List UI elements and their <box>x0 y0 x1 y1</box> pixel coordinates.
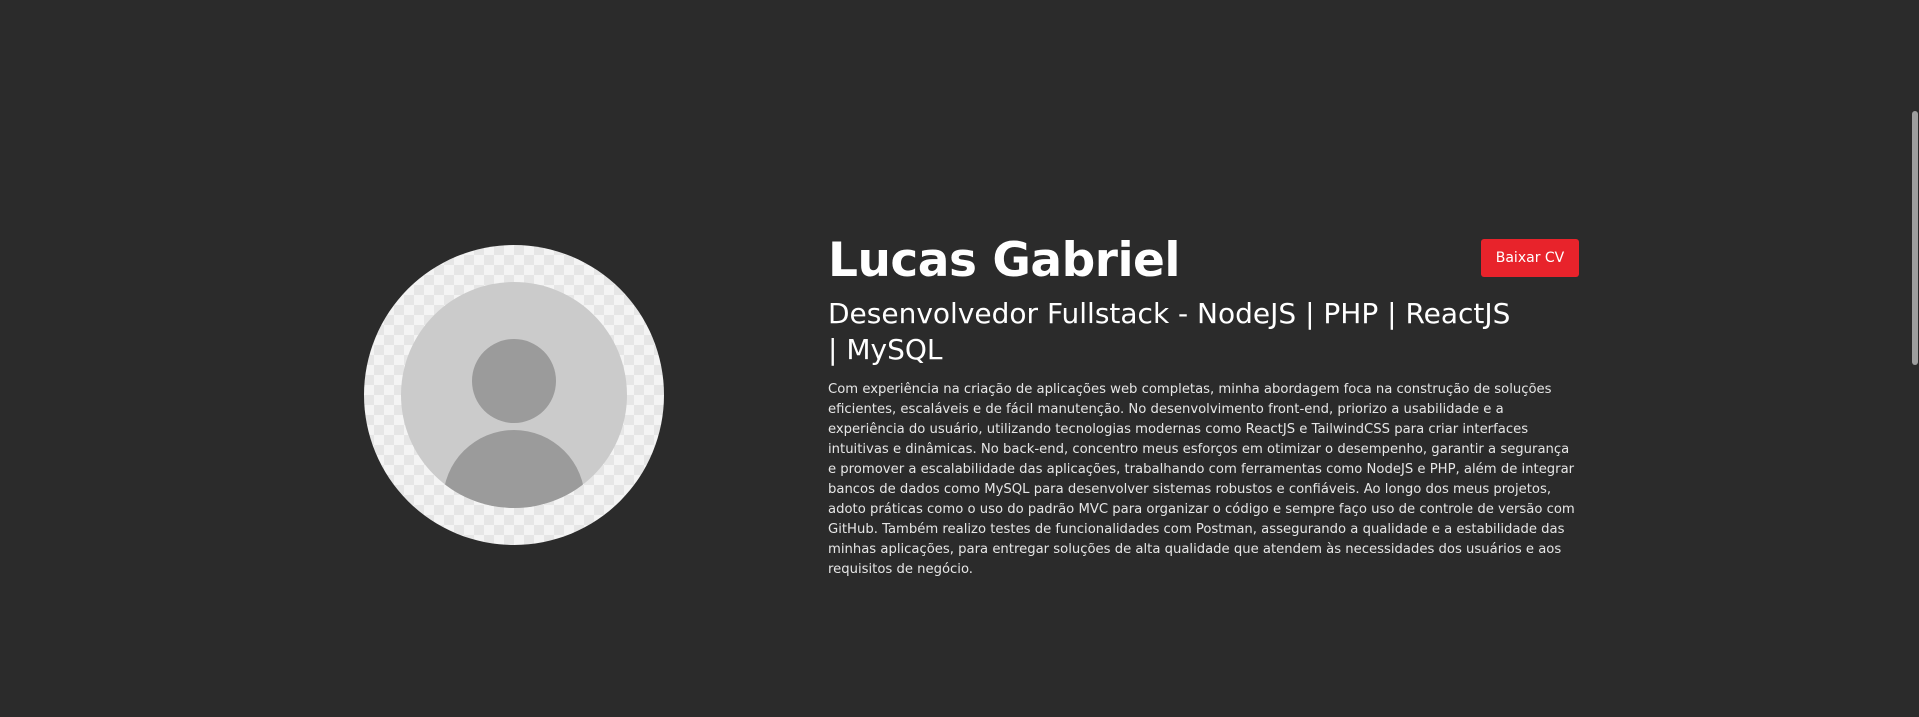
profile-title: Desenvolvedor Fullstack - NodeJS | PHP |… <box>828 297 1511 366</box>
profile-name: Lucas Gabriel <box>828 233 1181 288</box>
avatar-body-shape <box>443 430 585 508</box>
page: Lucas Gabriel Desenvolvedor Fullstack - … <box>0 0 1919 717</box>
download-cv-button[interactable]: Baixar CV <box>1481 239 1579 277</box>
user-placeholder-icon <box>401 282 627 508</box>
profile-bio: Com experiência na criação de aplicações… <box>828 382 1575 577</box>
profile-avatar <box>364 245 664 545</box>
scrollbar-thumb[interactable] <box>1912 111 1918 365</box>
profile-info: Lucas Gabriel Desenvolvedor Fullstack - … <box>828 232 1580 580</box>
page-scrollbar[interactable] <box>1910 0 1919 717</box>
avatar-head-shape <box>472 339 556 423</box>
